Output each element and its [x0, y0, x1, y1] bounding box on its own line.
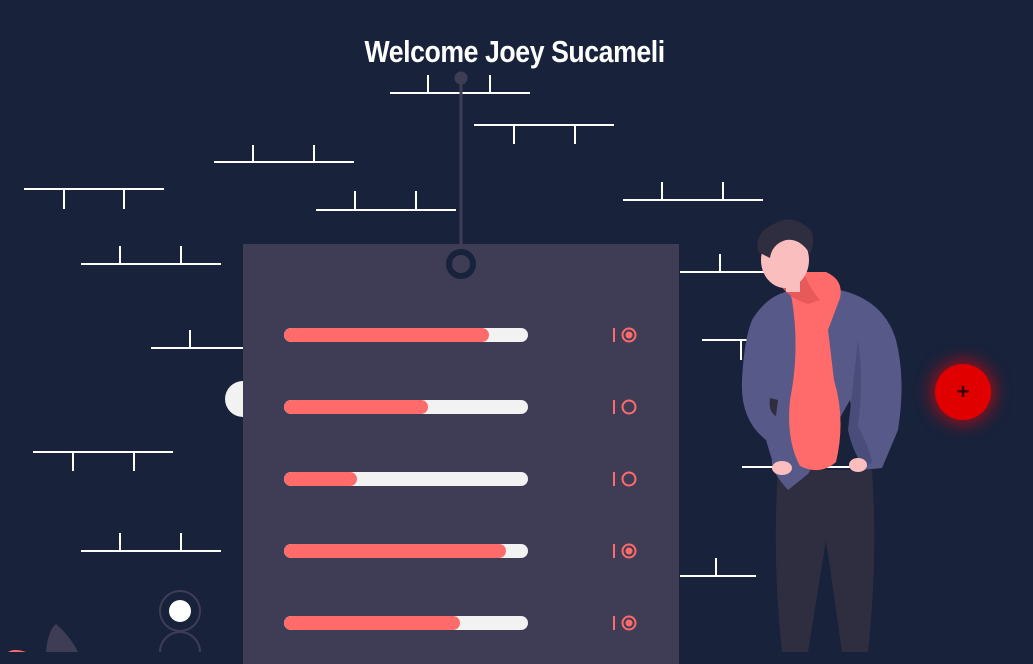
person-illustration — [741, 219, 902, 652]
add-button[interactable]: + — [935, 364, 991, 420]
page-title: Welcome Joey Sucameli — [364, 34, 666, 69]
plus-icon: + — [956, 379, 970, 404]
